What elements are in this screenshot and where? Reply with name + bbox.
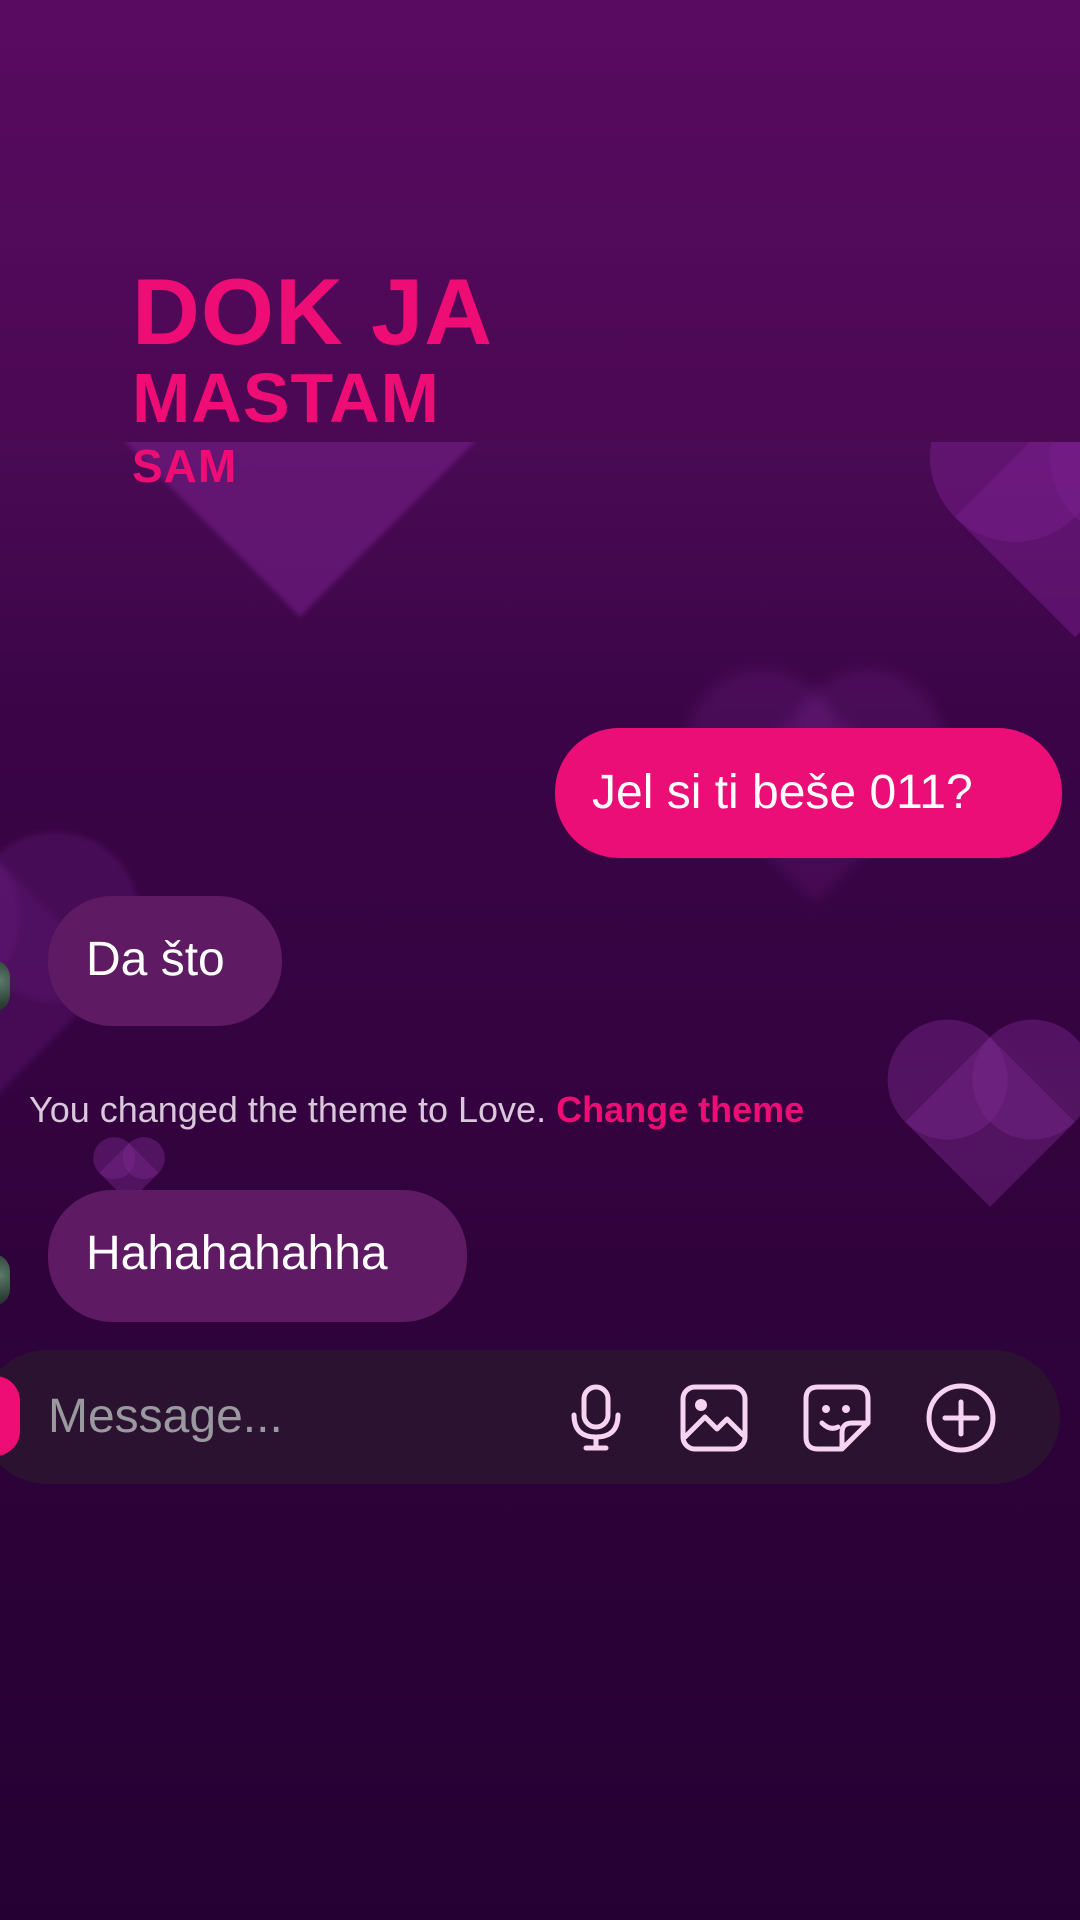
outgoing-message-bubble[interactable]: Jel si ti beše 011? <box>555 728 1062 858</box>
incoming-message-bubble[interactable]: Da što <box>48 896 282 1026</box>
sticker-icon[interactable] <box>801 1382 873 1454</box>
microphone-icon[interactable] <box>560 1382 632 1454</box>
change-theme-link[interactable]: Change theme <box>556 1089 804 1130</box>
overlay-title-line-2: MASTAM <box>132 359 440 437</box>
heart-decoration <box>905 1037 1075 1207</box>
love-theme-background <box>0 442 1080 1920</box>
theme-change-notice: You changed the theme to Love. Change th… <box>29 1088 804 1132</box>
plus-icon[interactable] <box>925 1382 997 1454</box>
overlay-title-line-1: DOK JA <box>132 259 494 364</box>
heart-decoration <box>45 442 555 617</box>
message-input[interactable] <box>48 1386 508 1448</box>
heart-decoration <box>954 442 1080 638</box>
incoming-message-bubble[interactable]: Hahahahahha <box>48 1190 467 1322</box>
image-icon[interactable] <box>678 1382 750 1454</box>
theme-change-text: You changed the theme to Love. <box>29 1089 547 1130</box>
overlay-title-line-3: SAM <box>132 440 238 492</box>
